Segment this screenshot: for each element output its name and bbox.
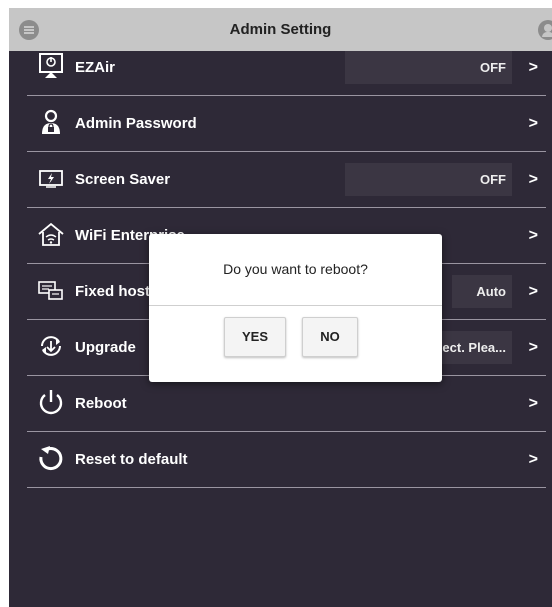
chevron-right-icon[interactable]: > bbox=[529, 320, 538, 376]
power-icon bbox=[39, 390, 63, 415]
screen-saver-icon bbox=[39, 170, 63, 188]
setting-value[interactable]: OFF bbox=[345, 51, 512, 84]
setting-label: Reboot bbox=[75, 395, 127, 412]
setting-row-screen-saver[interactable]: Screen Saver OFF > bbox=[27, 152, 546, 208]
chevron-right-icon[interactable]: > bbox=[529, 264, 538, 320]
chevron-right-icon[interactable]: > bbox=[529, 208, 538, 264]
setting-label: Admin Password bbox=[75, 115, 197, 132]
setting-value[interactable]: Auto bbox=[452, 275, 512, 308]
setting-row-reboot[interactable]: Reboot > bbox=[27, 376, 546, 432]
user-icon[interactable] bbox=[538, 20, 552, 40]
yes-button[interactable]: YES bbox=[224, 317, 286, 357]
dialog-message: Do you want to reboot? bbox=[149, 234, 442, 306]
no-button[interactable]: NO bbox=[302, 317, 358, 357]
setting-label: Fixed host bbox=[75, 283, 151, 300]
lock-person-icon bbox=[42, 109, 60, 134]
chevron-right-icon[interactable]: > bbox=[529, 40, 538, 96]
setting-label: Reset to default bbox=[75, 451, 188, 468]
setting-row-ezair[interactable]: EZAir OFF > bbox=[27, 40, 546, 96]
chevron-right-icon[interactable]: > bbox=[529, 376, 538, 432]
reset-icon bbox=[39, 446, 63, 471]
setting-label: EZAir bbox=[75, 59, 116, 76]
app-window: Admin Setting EZAir OFF > Admin Password… bbox=[9, 8, 552, 607]
chevron-right-icon[interactable]: > bbox=[529, 432, 538, 488]
setting-row-admin-password[interactable]: Admin Password > bbox=[27, 96, 546, 152]
setting-row-reset-default[interactable]: Reset to default > bbox=[27, 432, 546, 488]
reboot-confirm-dialog: Do you want to reboot? YES NO bbox=[149, 234, 442, 382]
home-wifi-icon bbox=[38, 222, 64, 246]
setting-label: Upgrade bbox=[75, 339, 136, 356]
setting-label: Screen Saver bbox=[75, 171, 171, 188]
network-icon bbox=[38, 281, 63, 300]
chevron-right-icon[interactable]: > bbox=[529, 96, 538, 152]
chevron-right-icon[interactable]: > bbox=[529, 152, 538, 208]
upgrade-icon bbox=[41, 336, 61, 356]
ezair-icon bbox=[39, 53, 63, 78]
setting-value[interactable]: OFF bbox=[345, 163, 512, 196]
